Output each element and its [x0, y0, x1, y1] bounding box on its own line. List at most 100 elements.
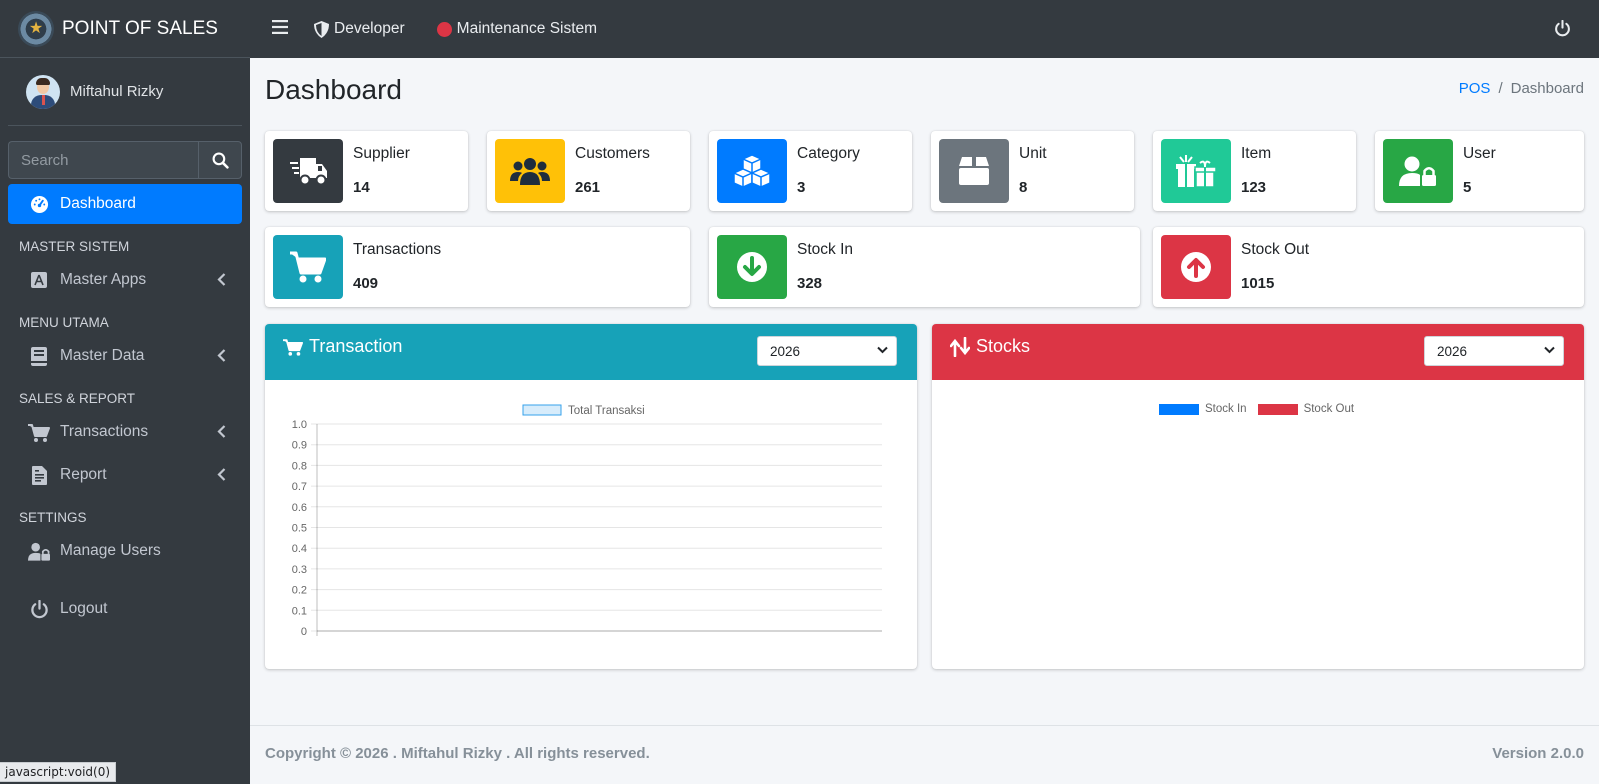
breadcrumb: POS / Dashboard [1458, 80, 1584, 97]
sidebar-item-master-data[interactable]: Master Data [8, 336, 242, 376]
sidebar: ★ POINT OF SALES Miftahul Rizky Dashboar… [0, 0, 250, 784]
info-box-supplier[interactable]: Supplier 14 [265, 131, 468, 211]
nav-header-settings: SETTINGS [19, 510, 87, 525]
sidebar-item-label: Transactions [60, 423, 149, 440]
y-tick-label: 0.9 [292, 440, 307, 452]
info-box-transactions[interactable]: Transactions 409 [265, 227, 690, 307]
info-box-category[interactable]: Category 3 [709, 131, 912, 211]
stocks-card-header: Stocks 2026 [932, 324, 1584, 380]
footer-copyright: Copyright © 2026 . Miftahul Rizky . All … [265, 745, 650, 762]
info-box-label: Item [1241, 145, 1272, 162]
info-box-label: Supplier [353, 145, 410, 162]
sidebar-item-label: Logout [60, 600, 108, 617]
status-dot-icon [436, 21, 452, 37]
y-tick-label: 1.0 [292, 419, 307, 431]
info-box-label: Customers [575, 145, 650, 162]
info-box-user[interactable]: User 5 [1375, 131, 1584, 211]
sidebar-item-label: Report [60, 466, 107, 483]
info-box-label: Transactions [353, 241, 442, 258]
chevron-left-icon [217, 349, 226, 362]
info-box-number: 3 [797, 179, 806, 196]
menu-toggle-button[interactable] [272, 19, 288, 39]
file-invoice-icon [28, 464, 50, 486]
nav-header-sales: SALES & REPORT [19, 391, 136, 406]
status-bar-url: javascript:void(0) [0, 762, 117, 782]
user-lock-icon [28, 540, 50, 562]
top-navbar: Developer Maintenance Sistem [250, 0, 1599, 58]
y-tick-label: 0 [301, 626, 307, 638]
stocks-legend: Stock In Stock Out [1159, 403, 1354, 415]
maintenance-label: Maintenance Sistem [456, 20, 598, 37]
exchange-arrows-icon [950, 336, 970, 357]
developer-link[interactable]: Developer [314, 20, 405, 38]
power-button[interactable] [1554, 19, 1571, 42]
y-tick-label: 0.2 [292, 585, 307, 597]
user-panel[interactable]: Miftahul Rizky [8, 58, 242, 126]
chevron-left-icon [217, 273, 226, 286]
users-icon [495, 139, 565, 203]
y-tick-label: 0.8 [292, 460, 307, 472]
truck-icon [273, 139, 343, 203]
sidebar-item-label: Master Apps [60, 271, 147, 288]
legend-label-total-transaksi: Total Transaksi [568, 405, 645, 417]
cart-icon [273, 235, 343, 299]
breadcrumb-pos-link[interactable]: POS [1459, 80, 1491, 97]
legend-swatch-stock-out [1257, 403, 1298, 415]
transaction-chart: Total Transaksi 1.0 0.9 0.8 0.7 0.6 0.5 0.4 0.3 0… [292, 404, 882, 638]
transaction-card: Transaction 2026 Total Transaksi 1.0 0.9 0.… [265, 324, 917, 669]
search-button[interactable] [198, 141, 242, 179]
breadcrumb-current: Dashboard [1510, 80, 1584, 97]
power-icon [28, 598, 50, 620]
cubes-icon [717, 139, 787, 203]
info-box-number: 8 [1019, 179, 1028, 196]
card-title: Stocks [950, 336, 1030, 357]
legend-label-stock-out: Stock Out [1303, 403, 1355, 415]
sidebar-item-transactions[interactable]: Transactions [8, 412, 242, 452]
maintenance-link[interactable]: Maintenance Sistem [436, 20, 598, 38]
sidebar-item-manage-users[interactable]: Manage Users [8, 531, 242, 571]
info-box-number: 328 [797, 275, 823, 292]
sidebar-item-master-apps[interactable]: Master Apps [8, 260, 242, 300]
sidebar-item-label: Manage Users [60, 542, 161, 559]
info-box-customers[interactable]: Customers 261 [487, 131, 690, 211]
brand-logo-icon: ★ [18, 10, 54, 47]
info-box-label: Stock In [797, 241, 853, 258]
info-box-number: 409 [353, 275, 379, 292]
main-content: Dashboard POS / Dashboard Supplier 14 Cust… [250, 58, 1599, 725]
sidebar-item-report[interactable]: Report [8, 455, 242, 495]
arrow-circle-down-icon [717, 235, 787, 299]
sidebar-item-dashboard[interactable]: Dashboard [8, 184, 242, 224]
tachometer-icon [28, 193, 50, 215]
info-box-number: 14 [353, 179, 370, 196]
brand-title: POINT OF SALES [62, 17, 218, 39]
legend-label-stock-in: Stock In [1205, 403, 1247, 415]
info-box-unit[interactable]: Unit 8 [931, 131, 1134, 211]
info-box-stock-out[interactable]: Stock Out 1015 [1153, 227, 1584, 307]
card-title: Transaction [283, 336, 402, 357]
info-box-number: 261 [575, 179, 601, 196]
chevron-left-icon [217, 425, 226, 438]
info-box-label: Category [797, 145, 860, 162]
y-tick-label: 0.4 [292, 543, 307, 555]
avatar [26, 74, 60, 109]
cart-icon [283, 338, 303, 356]
footer: Copyright © 2026 . Miftahul Rizky . All … [250, 725, 1599, 784]
y-tick-label: 0.5 [292, 523, 307, 535]
sidebar-item-label: Dashboard [60, 195, 136, 212]
stocks-year-select[interactable]: 2026 [1424, 336, 1564, 366]
nav-header-master: MASTER SISTEM [19, 239, 130, 254]
info-box-number: 5 [1463, 179, 1472, 196]
sidebar-search [8, 141, 242, 179]
brand-link[interactable]: ★ POINT OF SALES [0, 0, 250, 58]
sidebar-item-logout[interactable]: Logout [8, 589, 242, 629]
info-box-item[interactable]: Item 123 [1153, 131, 1356, 211]
user-name: Miftahul Rizky [70, 83, 164, 100]
developer-label: Developer [334, 20, 405, 37]
info-box-stock-in[interactable]: Stock In 328 [709, 227, 1140, 307]
compass-drafting-icon [28, 269, 50, 291]
info-box-label: User [1463, 145, 1496, 162]
search-input[interactable] [8, 141, 198, 179]
user-lock-icon [1383, 139, 1453, 203]
transaction-year-select[interactable]: 2026 [757, 336, 897, 366]
footer-version: Version 2.0.0 [1492, 745, 1584, 762]
